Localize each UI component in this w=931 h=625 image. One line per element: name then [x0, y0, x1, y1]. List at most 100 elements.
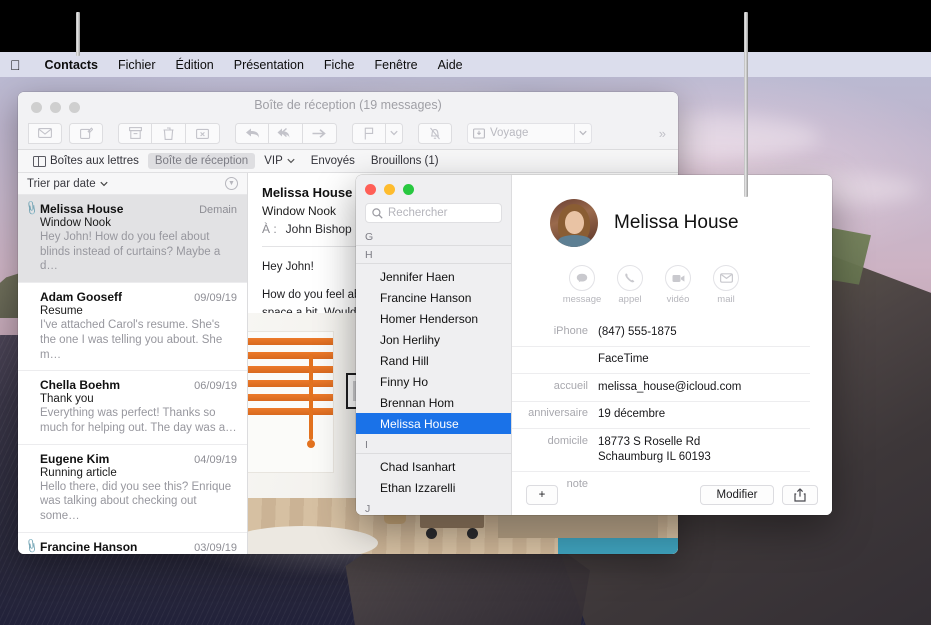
toolbar-overflow-icon[interactable]: »: [659, 126, 668, 141]
contacts-sidebar: Rechercher G H Jennifer Haen Francine Ha…: [356, 175, 512, 515]
apple-logo-icon[interactable]: : [10, 58, 21, 72]
field-label: domicile: [512, 435, 598, 466]
flag-button[interactable]: [352, 123, 386, 144]
contacts-window[interactable]: Rechercher G H Jennifer Haen Francine Ha…: [356, 175, 832, 515]
zoom-button[interactable]: [403, 184, 414, 195]
contact-list-item-selected[interactable]: Melissa House: [356, 413, 511, 434]
chevron-down-icon: [100, 181, 108, 187]
mail-search-value: Voyage: [490, 127, 528, 139]
mailbox-search-icon: [473, 127, 485, 139]
contacts-name-list[interactable]: G H Jennifer Haen Francine Hanson Homer …: [356, 223, 511, 515]
menu-item-contacts[interactable]: Contacts: [35, 58, 108, 72]
tab-sent[interactable]: Envoyés: [304, 153, 362, 169]
mailboxes-toggle[interactable]: Boîtes aux lettres: [26, 153, 146, 169]
junk-button[interactable]: [186, 123, 220, 144]
action-mail-button[interactable]: mail: [702, 265, 750, 305]
message-date: 06/09/19: [194, 380, 237, 392]
contact-name: Melissa House: [614, 212, 739, 234]
action-call-button[interactable]: appel: [606, 265, 654, 305]
contact-list-item[interactable]: Chad Isanhart: [356, 456, 511, 477]
mailboxes-label: Boîtes aux lettres: [50, 155, 139, 167]
message-list-item[interactable]: Adam Gooseff 09/09/19 Resume I've attach…: [18, 283, 247, 371]
archive-button[interactable]: [118, 123, 152, 144]
mute-button[interactable]: [418, 123, 452, 144]
message-sender: Eugene Kim: [40, 452, 109, 466]
message-date: 03/09/19: [194, 542, 237, 554]
photo-teal-element: [558, 538, 678, 554]
section-header-h: H: [356, 248, 511, 264]
minimize-button[interactable]: [384, 184, 395, 195]
message-list-item[interactable]: 📎 Melissa House Demain Window Nook Hey J…: [18, 195, 247, 283]
forward-button[interactable]: [303, 123, 337, 144]
action-video-button[interactable]: vidéo: [654, 265, 702, 305]
contact-list-item[interactable]: Francine Hanson: [356, 287, 511, 308]
compose-button[interactable]: [69, 123, 103, 144]
contact-field-birthday[interactable]: anniversaire 19 décembre: [512, 401, 810, 429]
message-preview: Everything was perfect! Thanks so much f…: [40, 406, 237, 435]
contact-list-item[interactable]: Brennan Hom: [356, 392, 511, 413]
attachment-icon: 📎: [23, 538, 40, 554]
menu-item-aide[interactable]: Aide: [428, 58, 473, 72]
message-list-item[interactable]: Chella Boehm 06/09/19 Thank you Everythi…: [18, 371, 247, 444]
get-mail-button[interactable]: [28, 123, 62, 144]
delete-button[interactable]: [152, 123, 186, 144]
contact-field-facetime[interactable]: FaceTime: [512, 346, 810, 374]
field-value: FaceTime: [598, 352, 649, 368]
sidebar-icon: [33, 156, 46, 167]
edit-contact-button[interactable]: Modifier: [700, 485, 774, 505]
action-video-label: vidéo: [654, 294, 702, 305]
contacts-search-field[interactable]: Rechercher: [365, 203, 502, 223]
contacts-window-controls[interactable]: [365, 184, 502, 195]
message-date: Demain: [199, 204, 237, 216]
menu-item-fichier[interactable]: Fichier: [108, 58, 166, 72]
message-sender: Melissa House: [40, 202, 123, 216]
add-contact-button[interactable]: +: [526, 485, 558, 505]
share-contact-button[interactable]: [782, 485, 818, 505]
tab-vip-label: VIP: [264, 155, 283, 167]
contact-field-address[interactable]: domicile 18773 S Roselle Rd Schaumburg I…: [512, 428, 810, 471]
photo-window: [248, 331, 334, 473]
menu-item-fenetre[interactable]: Fenêtre: [365, 58, 428, 72]
message-subject: Thank you: [40, 393, 237, 405]
filter-funnel-icon[interactable]: ▼: [225, 177, 238, 190]
mail-search-chevron-icon[interactable]: [574, 124, 591, 143]
close-button[interactable]: [365, 184, 376, 195]
mail-favorites-bar: Boîtes aux lettres Boîte de réception VI…: [18, 150, 678, 173]
contact-field-email[interactable]: accueil melissa_house@icloud.com: [512, 373, 810, 401]
contact-list-item[interactable]: Finny Ho: [356, 371, 511, 392]
reply-all-button[interactable]: [269, 123, 303, 144]
mail-reply-group: [235, 123, 337, 144]
menu-item-fiche[interactable]: Fiche: [314, 58, 365, 72]
message-list[interactable]: Trier par date ▼ 📎 Melissa House Demain …: [18, 173, 248, 554]
menu-item-presentation[interactable]: Présentation: [224, 58, 314, 72]
contact-list-item[interactable]: Rand Hill: [356, 350, 511, 371]
sort-bar: Trier par date ▼: [18, 173, 247, 195]
message-list-item[interactable]: 📎 Francine Hanson 03/09/19 Desert Photos…: [18, 533, 247, 554]
tab-drafts[interactable]: Brouillons (1): [364, 153, 446, 169]
tab-inbox[interactable]: Boîte de réception: [148, 153, 255, 169]
attachment-icon: 📎: [23, 200, 40, 216]
message-list-item[interactable]: Eugene Kim 04/09/19 Running article Hell…: [18, 445, 247, 533]
section-header-j: J: [356, 502, 511, 515]
action-call-label: appel: [606, 294, 654, 305]
message-subject: Window Nook: [40, 217, 237, 229]
flag-chevron-button[interactable]: [386, 123, 403, 144]
contact-list-item[interactable]: Jon Herlihy: [356, 329, 511, 350]
sort-by-date-button[interactable]: Trier par date: [27, 178, 108, 190]
contact-card: Melissa House message appel vidéo: [512, 175, 832, 515]
mail-title-bar: Boîte de réception (19 messages): [18, 92, 678, 150]
contact-list-item[interactable]: Ethan Izzarelli: [356, 477, 511, 498]
contact-list-item[interactable]: Homer Henderson: [356, 308, 511, 329]
contact-list-item[interactable]: Jennifer Haen: [356, 266, 511, 287]
mail-search-field[interactable]: Voyage: [467, 123, 592, 144]
envelope-icon: [713, 265, 739, 291]
field-value: 19 décembre: [598, 407, 665, 423]
message-sender: Adam Gooseff: [40, 290, 122, 304]
menu-item-edition[interactable]: Édition: [166, 58, 224, 72]
avatar[interactable]: [550, 199, 598, 247]
tab-vip[interactable]: VIP: [257, 153, 302, 169]
contact-field-iphone[interactable]: iPhone (847) 555-1875: [512, 319, 810, 346]
action-message-button[interactable]: message: [558, 265, 606, 305]
tab-inbox-label: Boîte de réception: [155, 155, 248, 167]
reply-button[interactable]: [235, 123, 269, 144]
